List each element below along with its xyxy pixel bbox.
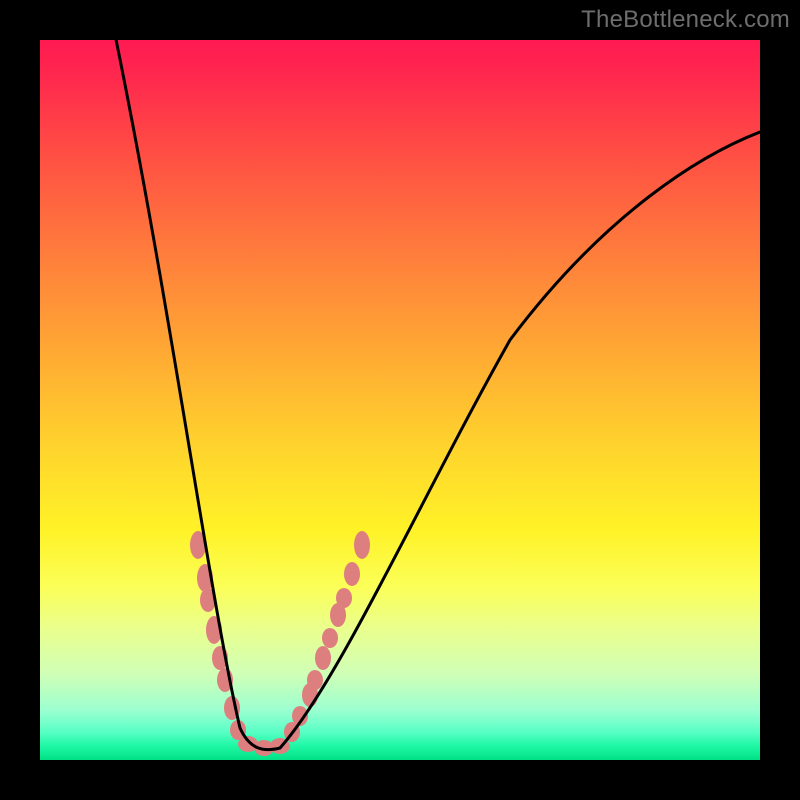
data-marker: [336, 588, 352, 608]
data-marker: [344, 562, 360, 586]
bottleneck-curve: [112, 40, 760, 750]
watermark-text: TheBottleneck.com: [581, 6, 790, 34]
chart-frame: TheBottleneck.com: [0, 0, 800, 800]
data-marker: [315, 646, 331, 670]
data-marker: [354, 531, 370, 559]
data-marker: [322, 628, 338, 648]
chart-svg: [40, 40, 760, 760]
marker-group: [190, 531, 370, 756]
data-marker: [307, 670, 323, 690]
plot-area: [40, 40, 760, 760]
